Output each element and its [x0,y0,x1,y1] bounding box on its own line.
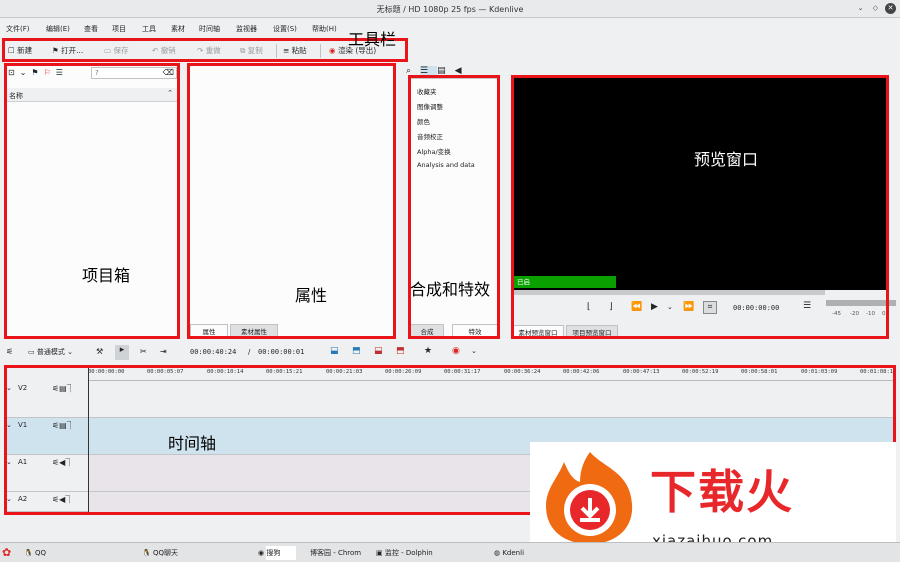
lift-icon[interactable]: ⬓ [374,346,383,356]
menu-help[interactable]: 帮助(H) [312,24,337,34]
app-menu-icon[interactable]: ✿ [2,546,11,560]
close-icon[interactable]: ✕ [885,3,896,14]
menu-clip[interactable]: 素材 [171,24,185,34]
menu-bar: 文件(F) 编辑(E) 查看 项目 工具 素材 时间轴 监视器 设置(S) 帮助… [0,18,900,38]
watermark-text: 下载火 [650,465,794,519]
extract-icon[interactable]: ⬒ [396,346,405,356]
annotation-properties: 属性 [295,286,328,305]
taskbar-item-chrome[interactable]: 博客园 - Chrom [310,546,361,560]
menu-monitor[interactable]: 监视器 [236,24,257,34]
annotation-monitor: 预览窗口 [694,150,759,169]
annotation-bin: 项目箱 [82,266,131,285]
annotation-effects: 合成和特效 [410,280,491,299]
timecode-separator: / [248,348,251,356]
annotation-box-bin [4,63,180,339]
watermark-logo: 下载火 xiazaihuo.com [530,442,896,558]
taskbar-item-kdenlive[interactable]: ◍ Kdenli [494,546,524,560]
record-icon[interactable]: ◉ [452,346,460,356]
menu-tools[interactable]: 工具 [142,24,156,34]
selection-tool-icon[interactable]: ▸ [115,345,129,360]
taskbar-item-qq-chat[interactable]: 🐧 QQ聊天 [142,546,178,560]
menu-settings[interactable]: 设置(S) [273,24,297,34]
taskbar: ✿ 🐧 QQ 🐧 QQ聊天 ◉ 搜狗 博客园 - Chrom ▣ 监控 - Do… [0,542,900,562]
taskbar-item-dolphin[interactable]: ▣ 监控 - Dolphin [376,546,433,560]
annotation-toolbar: 工具栏 [348,30,397,49]
chevron-down-icon[interactable]: ⌄ [471,347,477,355]
window-title: 无标题 / HD 1080p 25 fps — Kdenlive [376,5,524,14]
title-bar: 无标题 / HD 1080p 25 fps — Kdenlive ⌄ ◇ ✕ [0,0,900,18]
menu-file[interactable]: 文件(F) [6,24,30,34]
menu-edit[interactable]: 编辑(E) [46,24,70,34]
spacer-tool-icon[interactable]: ⇥ [160,347,167,356]
minimize-icon[interactable]: ⌄ [855,3,866,14]
timeline-duration: 00:00:00:01 [258,348,305,356]
menu-view[interactable]: 查看 [84,24,98,34]
taskbar-item-qq[interactable]: 🐧 QQ [24,546,46,560]
insert-icon[interactable]: ⬓ [330,346,339,356]
menu-project[interactable]: 项目 [112,24,126,34]
settings-icon[interactable]: ⚟ [6,347,13,356]
timeline-position: 00:00:40:24 [190,348,237,356]
flame-logo-icon [546,452,633,544]
taskbar-item-sogou[interactable]: ◉ 搜狗 [258,546,297,560]
razor-snap-icon[interactable]: ⚒ [96,347,103,356]
razor-tool-icon[interactable]: ✂ [140,347,147,356]
overwrite-icon[interactable]: ⬒ [352,346,361,356]
annotation-box-properties [187,63,396,339]
edit-mode-select[interactable]: ▭ 普通模式 ⌄ [28,347,73,357]
menu-timeline[interactable]: 时间轴 [199,24,220,34]
timeline-toolbar: ⚟ ▭ 普通模式 ⌄ ⚒ ▸ ✂ ⇥ 00:00:40:24 / 00:00:0… [0,343,900,363]
annotation-timeline: 时间轴 [168,434,217,453]
maximize-icon[interactable]: ◇ [870,3,881,14]
annotation-box-monitor [511,75,889,339]
favorite-star-icon[interactable]: ★ [424,346,432,356]
